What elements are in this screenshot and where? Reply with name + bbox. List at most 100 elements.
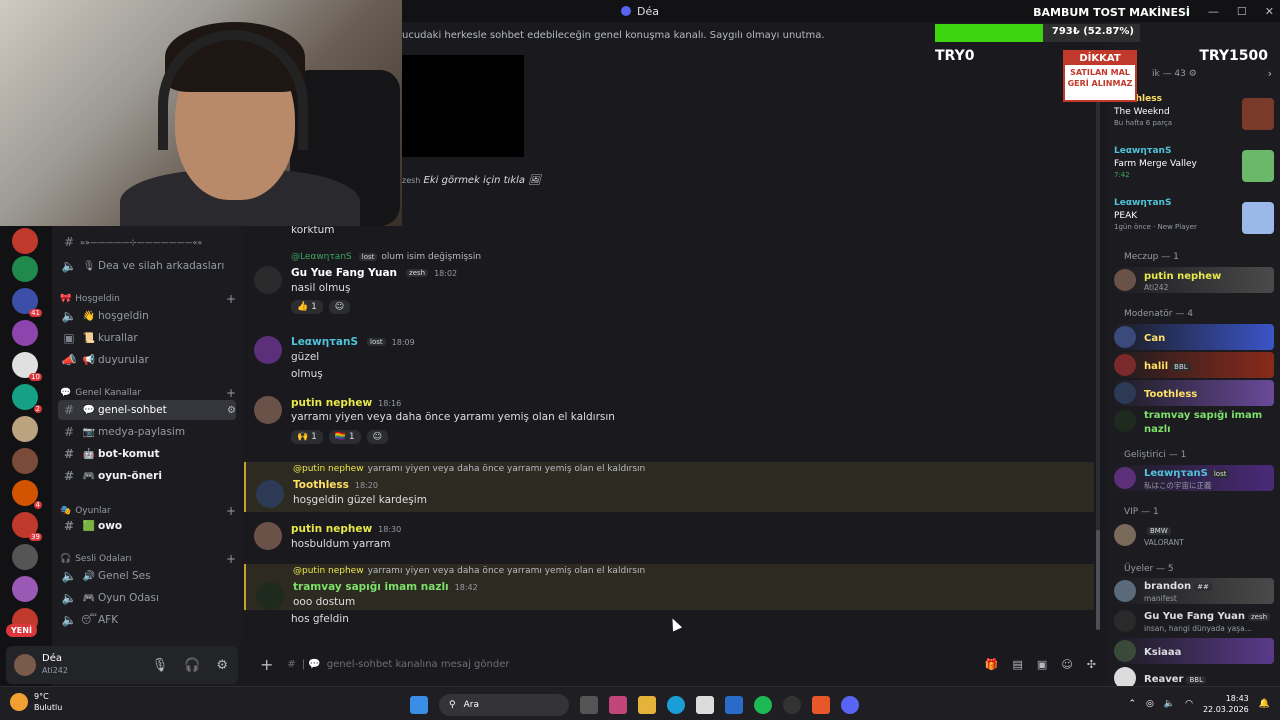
speaker-icon[interactable]: 🔈 (1164, 699, 1175, 709)
avatar[interactable] (256, 480, 284, 508)
media-embed[interactable] (402, 55, 524, 157)
member-item[interactable]: brandon ## manifest (1114, 578, 1274, 604)
server-icon[interactable] (12, 416, 38, 442)
discord-icon[interactable] (841, 696, 859, 714)
reaction[interactable]: 👍 1 (291, 300, 323, 314)
member-group-header[interactable]: Meczup — 1 (1124, 252, 1179, 262)
chevron-up-icon[interactable]: ⌃ (1128, 699, 1136, 709)
member-item[interactable]: Ksiaaa (1114, 638, 1274, 664)
category-hosgeldin[interactable]: 🎀 Hoşgeldin + (60, 292, 236, 306)
member-item[interactable]: Toothless (1114, 380, 1274, 406)
channel-bot-komut[interactable]: # 🤖 bot-komut (58, 444, 236, 464)
channel-voice-dea[interactable]: 🔈 🎙 Dea ve silah arkadasları (58, 256, 236, 276)
server-icon[interactable] (12, 256, 38, 282)
member-item[interactable]: Can (1114, 324, 1274, 350)
add-channel-icon[interactable]: + (226, 386, 236, 400)
taskbar-search[interactable]: ⚲ Ara (439, 694, 569, 716)
obs-icon[interactable] (783, 696, 801, 714)
avatar[interactable] (254, 336, 282, 364)
channel-kurallar[interactable]: ▣ 📜 kurallar (58, 328, 236, 348)
gift-icon[interactable]: 🎁 (985, 658, 999, 671)
channel-oyun-oneri[interactable]: # 🎮 oyun-öneri (58, 466, 236, 486)
add-channel-icon[interactable]: + (226, 292, 236, 306)
spotify-icon[interactable] (754, 696, 772, 714)
add-channel-icon[interactable]: + (226, 552, 236, 566)
message-author[interactable]: Gu Yue Fang Yuan (291, 267, 397, 279)
add-reaction-icon[interactable]: ☺ (328, 300, 351, 314)
member-item[interactable]: halil BBL (1114, 352, 1274, 378)
member-item[interactable]: putin nephew Ati242 (1114, 267, 1274, 293)
server-icon[interactable]: 2 (12, 384, 42, 413)
activity-card[interactable]: Toothless The Weeknd Bu hafta 6 parça (1114, 94, 1274, 142)
scrollbar-thumb[interactable] (1096, 530, 1100, 630)
server-icon[interactable] (12, 576, 38, 602)
channel-genel-ses[interactable]: 🔈 🔊 Genel Ses (58, 566, 236, 586)
store-icon[interactable] (696, 696, 714, 714)
avatar[interactable] (14, 654, 36, 676)
server-icon[interactable]: 39 (12, 512, 42, 541)
reply-preview[interactable]: @putin nephew yarramı yiyen veya daha önc… (293, 566, 645, 576)
channel-owo[interactable]: # 🟩 owo (58, 516, 236, 536)
reply-preview[interactable]: @LeαwητanS lost olum isim değişmişsin (291, 252, 481, 262)
channel-duyurular[interactable]: 📣 📢 duyurular (58, 350, 236, 370)
headphones-icon[interactable]: 🎧 (184, 658, 200, 673)
activity-card[interactable]: LeαwητanS Farm Merge Valley 7:42 (1114, 146, 1274, 194)
windows-start-icon[interactable] (410, 696, 428, 714)
member-group-header[interactable]: VIP — 1 (1124, 507, 1159, 517)
server-icon[interactable]: 41 (12, 288, 42, 317)
avatar[interactable] (256, 582, 284, 610)
message-author[interactable]: putin nephew (291, 523, 372, 535)
server-icon[interactable] (12, 448, 38, 474)
avatar[interactable] (254, 396, 282, 424)
microphone-icon[interactable]: 🎙 (152, 658, 169, 673)
member-item[interactable]: tramvay sapığı imam nazlı (1114, 408, 1274, 435)
weather-widget[interactable]: 9°C Bulutlu (10, 691, 62, 713)
server-icon[interactable] (12, 228, 38, 254)
server-icon[interactable]: 10 (12, 352, 42, 381)
message-author[interactable]: tramvay sapığı imam nazlı (293, 581, 449, 593)
brave-icon[interactable] (812, 696, 830, 714)
member-item[interactable]: LeαwητanS lost 私はこの宇宙に正義 (1114, 465, 1274, 491)
channel-oyun-odasi[interactable]: 🔈 🎮 Oyun Odası (58, 588, 236, 608)
reply-preview[interactable]: @putin nephew yarramı yiyen veya daha önc… (293, 464, 645, 474)
chat-scrollbar[interactable] (1096, 60, 1100, 630)
category-genel-kanallar[interactable]: 💬 Genel Kanallar + (60, 386, 236, 400)
message-author[interactable]: Toothless (293, 479, 349, 491)
channel-medya-paylasim[interactable]: # 📷 medya-paylasim (58, 422, 236, 442)
member-group-header[interactable]: Modenatör — 4 (1124, 309, 1193, 319)
add-reaction-icon[interactable]: ☺ (366, 430, 388, 444)
gif-icon[interactable]: ▤ (1013, 658, 1023, 671)
file-explorer-icon[interactable] (638, 696, 656, 714)
network-icon[interactable]: ◎ (1146, 699, 1154, 709)
apps-icon[interactable]: ✣ (1087, 658, 1096, 671)
server-icon[interactable]: 4 (12, 480, 42, 509)
member-group-header[interactable]: Üyeler — 5 (1124, 564, 1174, 574)
notification-icon[interactable]: 🔔 (1259, 699, 1270, 709)
avatar[interactable] (254, 266, 282, 294)
edge-icon[interactable] (667, 696, 685, 714)
channel-afk[interactable]: 🔈 😴 AFK (58, 610, 236, 630)
member-item[interactable]: Gu Yue Fang Yuan zesh insan, hangi dünyada… (1114, 608, 1274, 634)
category-sesli-odalari[interactable]: 🎧 Sesli Odaları + (60, 552, 236, 566)
channel-genel-sohbet[interactable]: # 💬 genel-sohbet ⚙ (58, 400, 236, 420)
server-icon[interactable] (12, 320, 38, 346)
attachment-link[interactable]: zesh Eki görmek için tıkla 🖼 (402, 175, 541, 186)
activity-card[interactable]: LeαwητanS PEAK 1gün önce · New Player (1114, 198, 1274, 246)
emoji-icon[interactable]: ☺ (1061, 658, 1072, 671)
clock[interactable]: 18:43 22.03.2026 (1203, 693, 1249, 715)
avatar[interactable] (254, 522, 282, 550)
message-composer[interactable]: + # | 💬 genel-sohbet kanalına mesaj gönd… (250, 650, 1096, 678)
wifi-icon[interactable]: ◠ (1185, 699, 1193, 709)
office-icon[interactable] (609, 696, 627, 714)
channel-hosgeldin[interactable]: 🔈 👋 hoşgeldin (58, 306, 236, 326)
user-info[interactable]: Déa Ati242 (42, 653, 68, 677)
reaction[interactable]: 🙌 1 (291, 430, 323, 444)
mail-icon[interactable] (725, 696, 743, 714)
member-item[interactable]: BMW VALORANT (1114, 522, 1274, 548)
attach-button[interactable]: + (260, 655, 273, 674)
sticker-icon[interactable]: ▣ (1037, 658, 1047, 671)
task-view-icon[interactable] (580, 696, 598, 714)
settings-icon[interactable]: ⚙ (227, 405, 236, 416)
message-author[interactable]: putin nephew (291, 397, 372, 409)
settings-icon[interactable]: ⚙ (216, 658, 228, 673)
